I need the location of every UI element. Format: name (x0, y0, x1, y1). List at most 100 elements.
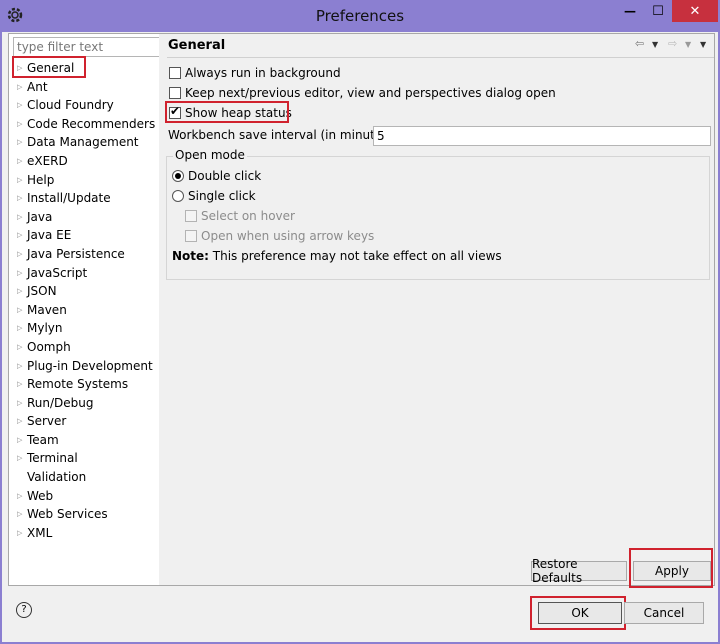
back-menu-icon[interactable]: ▼ (652, 40, 658, 49)
expand-triangle-icon[interactable]: ▷ (17, 301, 22, 320)
tree-item-label: Web Services (27, 507, 108, 522)
keep-next-prev-checkbox[interactable]: Keep next/previous editor, view and pers… (169, 86, 556, 100)
preference-tree-pane: type filter text ▷ General ▷ Ant ▷ Cloud Foun… (8, 33, 161, 586)
tree-item[interactable]: ▷ Install/Update (9, 189, 160, 208)
tree-item[interactable]: ▷ Maven (9, 301, 160, 320)
checkbox-box (185, 210, 197, 222)
title-bar[interactable]: Preferences — ☐ ✕ (0, 0, 720, 32)
maximize-button[interactable]: ☐ (645, 0, 671, 22)
checkbox-label: Always run in background (185, 66, 341, 80)
tree-item[interactable]: ▷ Java Persistence (9, 245, 160, 264)
minimize-button[interactable]: — (617, 0, 643, 22)
tree-item[interactable]: ▷ JSON (9, 282, 160, 301)
expand-triangle-icon[interactable]: ▷ (17, 189, 22, 208)
checkbox-box[interactable] (169, 67, 181, 79)
tree-item[interactable]: ▷ eXERD (9, 152, 160, 171)
checkbox-box (185, 230, 197, 242)
maximize-icon: ☐ (652, 3, 664, 19)
close-icon: ✕ (689, 3, 701, 19)
cancel-button[interactable]: Cancel (624, 602, 704, 624)
preference-page: General ⇦ ▼ ⇨ ▼ ▼ Always run in backgrou… (159, 33, 715, 588)
radio-label: Single click (188, 189, 256, 203)
forward-arrow-icon[interactable]: ⇨ (668, 37, 677, 50)
tree-item-label: Maven (27, 302, 67, 317)
checkbox-label: Keep next/previous editor, view and pers… (185, 86, 556, 100)
expand-triangle-icon[interactable]: ▷ (17, 226, 22, 245)
expand-triangle-icon[interactable]: ▷ (17, 171, 22, 190)
expand-triangle-icon[interactable]: ▷ (17, 394, 22, 413)
expand-triangle-icon[interactable]: ▷ (17, 375, 22, 394)
checkbox-box[interactable] (169, 87, 181, 99)
preferences-window: Preferences — ☐ ✕ type filter text ▷ Gene… (0, 0, 720, 644)
expand-triangle-icon[interactable]: ▷ (17, 412, 22, 431)
radio-button[interactable] (172, 170, 184, 182)
tree-item[interactable]: ▷ Code Recommenders (9, 115, 160, 134)
back-arrow-icon[interactable]: ⇦ (635, 37, 644, 50)
forward-menu-icon[interactable]: ▼ (685, 40, 691, 49)
tree-item[interactable]: Validation (9, 468, 160, 487)
tree-item[interactable]: ▷ JavaScript (9, 264, 160, 283)
expand-triangle-icon[interactable]: ▷ (17, 96, 22, 115)
expand-triangle-icon[interactable]: ▷ (17, 338, 22, 357)
ok-highlight (530, 596, 626, 630)
tree-item[interactable]: ▷ Ant (9, 78, 160, 97)
help-icon[interactable]: ? (16, 602, 32, 618)
single-click-radio[interactable]: Single click (172, 189, 256, 203)
open-arrow-keys-checkbox: Open when using arrow keys (185, 229, 374, 243)
tree-item-label: eXERD (27, 153, 68, 168)
tree-item[interactable]: ▷ Terminal (9, 449, 160, 468)
tree-item[interactable]: ▷ Run/Debug (9, 394, 160, 413)
expand-triangle-icon[interactable]: ▷ (17, 431, 22, 450)
tree-item[interactable]: ▷ Data Management (9, 133, 160, 152)
expand-triangle-icon[interactable]: ▷ (17, 282, 22, 301)
tree-item[interactable]: ▷ Mylyn (9, 319, 160, 338)
tree-item[interactable]: ▷ Help (9, 171, 160, 190)
always-run-bg-checkbox[interactable]: Always run in background (169, 66, 341, 80)
restore-defaults-button[interactable]: Restore Defaults (531, 557, 627, 585)
expand-triangle-icon[interactable]: ▷ (17, 133, 22, 152)
expand-triangle-icon[interactable]: ▷ (17, 245, 22, 264)
double-click-radio[interactable]: Double click (172, 169, 261, 183)
tree-item[interactable]: ▷ Web (9, 487, 160, 506)
general-highlight (12, 56, 86, 78)
tree-item[interactable]: ▷ Oomph (9, 338, 160, 357)
tree-item[interactable]: ▷ Remote Systems (9, 375, 160, 394)
window-title: Preferences (315, 7, 405, 25)
tree-item[interactable]: ▷ Server (9, 412, 160, 431)
tree-item-label: Help (27, 172, 55, 187)
tree-item[interactable]: ▷ Team (9, 431, 160, 450)
note-body: This preference may not take effect on a… (208, 249, 502, 263)
filter-input[interactable]: type filter text (13, 37, 160, 57)
tree-item-label: Cloud Foundry (27, 98, 114, 113)
tree-item[interactable]: ▷ Cloud Foundry (9, 96, 160, 115)
checkbox-label: Open when using arrow keys (201, 229, 375, 243)
tree-item[interactable]: ▷ XML (9, 524, 160, 543)
tree-item[interactable]: ▷ Java EE (9, 226, 160, 245)
tree-item-label: Validation (27, 470, 87, 485)
expand-triangle-icon[interactable]: ▷ (17, 357, 22, 376)
expand-triangle-icon[interactable]: ▷ (17, 264, 22, 283)
tree-item-label: Install/Update (27, 191, 111, 206)
expand-triangle-icon[interactable]: ▷ (17, 449, 22, 468)
expand-triangle-icon[interactable]: ▷ (17, 524, 22, 543)
expand-triangle-icon[interactable]: ▷ (17, 319, 22, 338)
view-menu-icon[interactable]: ▼ (700, 40, 706, 49)
expand-triangle-icon[interactable]: ▷ (17, 78, 22, 97)
save-interval-input[interactable]: 5 (373, 126, 711, 146)
close-button[interactable]: ✕ (672, 0, 718, 22)
expand-triangle-icon[interactable]: ▷ (17, 505, 22, 524)
tree-item[interactable]: ▷ Java (9, 208, 160, 227)
expand-triangle-icon[interactable]: ▷ (17, 115, 22, 134)
tree-item[interactable]: ▷ Plug-in Development (9, 357, 160, 376)
tree-item[interactable]: ▷ Web Services (9, 505, 160, 524)
tree-item-label: Run/Debug (27, 395, 94, 410)
tree-item-label: Team (27, 432, 59, 447)
tree-item-label: Data Management (27, 135, 139, 150)
tree-item-label: Java EE (27, 228, 72, 243)
expand-triangle-icon[interactable]: ▷ (17, 487, 22, 506)
expand-triangle-icon[interactable]: ▷ (17, 208, 22, 227)
tree-item-label: Server (27, 414, 67, 429)
tree-item-label: Mylyn (27, 321, 63, 336)
expand-triangle-icon[interactable]: ▷ (17, 152, 22, 171)
radio-button[interactable] (172, 190, 184, 202)
